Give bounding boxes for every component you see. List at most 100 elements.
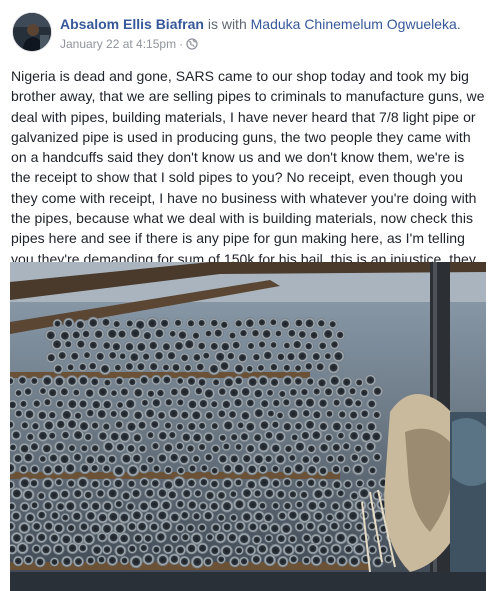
post-header: Absalom Ellis Biafran is with Maduka Chi…: [12, 12, 483, 56]
pipe-end: [162, 543, 174, 555]
pipe-end: [293, 376, 304, 387]
pipe-end: [287, 453, 297, 463]
pipe-end: [221, 419, 235, 432]
pipe-end: [288, 387, 299, 398]
pipe-end: [46, 386, 59, 399]
pipe-end: [145, 316, 159, 330]
pipe-end: [218, 433, 228, 443]
pipe-end: [31, 398, 42, 409]
pipe-end: [66, 397, 79, 411]
pipe-end: [191, 511, 202, 522]
pipe-end: [101, 463, 112, 474]
pipe-end: [155, 509, 169, 522]
author-avatar[interactable]: [12, 12, 52, 52]
pipe-end: [257, 440, 270, 453]
pipe-end: [273, 430, 287, 443]
post-timestamp-link[interactable]: January 22 at 4:15pm: [60, 37, 176, 51]
pipe-end: [186, 398, 199, 411]
pipe-end: [54, 477, 64, 487]
pipe-end: [132, 386, 145, 399]
pipe-end: [287, 407, 300, 421]
pipe-end: [250, 553, 262, 565]
pipe-end: [85, 407, 96, 419]
pipe-end: [225, 350, 236, 362]
pipe-end: [89, 463, 100, 474]
pipe-end: [216, 554, 226, 564]
pipe-end: [120, 490, 132, 502]
post-photo[interactable]: [10, 262, 486, 591]
pipe-end: [274, 452, 287, 466]
pipe-end: [301, 408, 312, 419]
pipe-end: [352, 542, 366, 556]
pipe-end: [304, 520, 316, 532]
pipe-end: [64, 499, 77, 513]
pipe-end: [30, 421, 41, 432]
pipe-end: [77, 398, 89, 410]
pipe-end: [101, 421, 112, 432]
pipe-end: [79, 500, 91, 512]
pipe-end: [230, 339, 242, 351]
pipe-end: [185, 318, 196, 329]
pipe-end: [59, 488, 71, 500]
pipe-end: [145, 455, 155, 465]
pipe-end: [161, 374, 173, 386]
pipe-end: [208, 500, 220, 512]
pipe-end: [201, 350, 212, 361]
pipe-end: [307, 542, 319, 555]
pipe-end: [301, 532, 312, 544]
pipe-end: [151, 544, 162, 555]
pipe-end: [143, 407, 157, 420]
pipe-end: [305, 376, 316, 387]
pipe-end: [196, 542, 209, 554]
pipe-end: [282, 464, 294, 476]
pipe-end: [138, 374, 150, 386]
pipe-end: [47, 489, 61, 502]
pipe-end: [20, 420, 30, 431]
pipe-end: [229, 513, 239, 523]
pipe-end: [10, 487, 24, 500]
pipe-end: [222, 462, 234, 474]
pipe-end: [268, 522, 281, 535]
pipe-end: [80, 328, 92, 340]
pipe-end: [325, 454, 336, 464]
pipe-end: [271, 397, 282, 409]
pipe-end: [106, 510, 120, 524]
pipe-end: [132, 533, 144, 544]
tagged-user-link[interactable]: Maduka Chinemelum Ogwueleka: [251, 16, 457, 32]
pipe-end: [190, 555, 204, 569]
pipe-end: [353, 398, 363, 408]
pipe-end: [341, 499, 354, 512]
pipe-end: [111, 319, 122, 329]
pipe-end: [211, 377, 221, 387]
pipe-end: [63, 339, 74, 350]
pipe-end: [193, 488, 203, 499]
pipe-end: [203, 452, 214, 463]
pipe-end: [332, 349, 345, 363]
pipe-end: [167, 430, 178, 440]
author-name-link[interactable]: Absalom Ellis Biafran: [60, 16, 204, 32]
pipe-end: [55, 399, 65, 409]
pipe-end: [329, 339, 340, 350]
pipe-end: [156, 429, 169, 442]
pipe-end: [82, 350, 92, 360]
pipe-end: [220, 499, 234, 513]
pipe-end: [323, 351, 333, 361]
pipe-end: [306, 499, 319, 513]
pipe-end: [245, 364, 255, 374]
pipe-end: [31, 521, 43, 532]
pipe-end: [66, 542, 79, 555]
pipe-end: [130, 487, 142, 500]
pipe-end: [53, 375, 66, 388]
pipe-end: [353, 443, 363, 454]
pipe-end: [286, 327, 298, 339]
pipe-end: [214, 531, 227, 544]
pipe-end: [203, 328, 214, 339]
pipe-end: [28, 441, 40, 453]
pipe-end: [102, 440, 116, 453]
pipe-end: [277, 510, 288, 522]
pipe-end: [185, 375, 198, 387]
globe-icon[interactable]: [186, 38, 198, 54]
pipe-end: [123, 340, 136, 353]
pipe-end: [54, 418, 67, 431]
pipe-end: [83, 432, 94, 442]
